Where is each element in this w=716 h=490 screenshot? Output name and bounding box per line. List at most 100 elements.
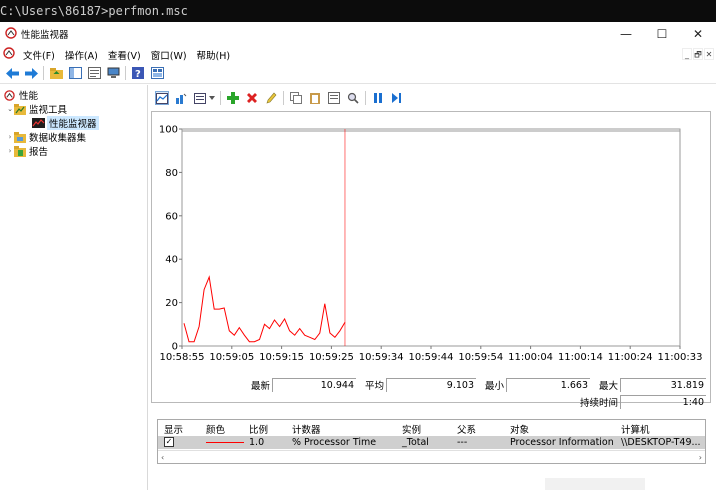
maximize-icon: ☐ bbox=[656, 27, 668, 41]
average-value: 9.103 bbox=[386, 378, 476, 392]
title-bar: 性能监视器 — ☐ ✕ bbox=[0, 22, 716, 46]
zoom-icon[interactable] bbox=[346, 91, 360, 105]
svg-text:?: ? bbox=[135, 69, 141, 79]
close-button[interactable]: ✕ bbox=[680, 22, 716, 46]
table-row[interactable]: ✓ 1.0 % Processor Time _Total --- Proces… bbox=[158, 436, 705, 449]
tree-item-reports[interactable]: › 报告 bbox=[6, 144, 48, 158]
x-tick-label: 11:00:33 bbox=[658, 352, 703, 363]
freeze-display-icon[interactable] bbox=[371, 91, 385, 105]
last-value: 10.944 bbox=[272, 378, 356, 392]
up-folder-icon[interactable] bbox=[49, 66, 63, 80]
copy-properties-icon[interactable] bbox=[289, 91, 303, 105]
header-color[interactable]: 颜色 bbox=[206, 422, 225, 436]
tree-label: 报告 bbox=[29, 147, 49, 158]
header-computer[interactable]: 计算机 bbox=[621, 422, 650, 436]
chart-toolbar bbox=[150, 87, 716, 109]
minimum-value: 1.663 bbox=[506, 378, 590, 392]
stats-row-duration: 持续时间 1:40 bbox=[574, 395, 706, 409]
tree-item-monitoring-tools[interactable]: ⌄ 监视工具 bbox=[6, 102, 67, 116]
menu-action[interactable]: 操作(A) bbox=[63, 48, 100, 62]
duration-value: 1:40 bbox=[620, 395, 706, 409]
y-tick-label: 20 bbox=[165, 298, 178, 309]
y-tick-label: 40 bbox=[165, 255, 178, 266]
delete-counter-icon[interactable] bbox=[245, 91, 259, 105]
status-bar-segment bbox=[545, 478, 645, 490]
plot-area bbox=[181, 128, 681, 347]
mdi-restore-button[interactable]: 🗗 bbox=[693, 48, 703, 60]
menu-file[interactable]: 文件(F) bbox=[21, 48, 57, 62]
perfmon-icon bbox=[4, 89, 16, 101]
chevron-down-icon[interactable] bbox=[209, 91, 215, 105]
chevron-down-icon[interactable]: ⌄ bbox=[6, 105, 14, 113]
add-counter-icon[interactable] bbox=[226, 91, 240, 105]
x-tick-label: 10:59:34 bbox=[359, 352, 404, 363]
duration-label: 持续时间 bbox=[579, 398, 618, 409]
show-hide-tree-icon[interactable] bbox=[68, 66, 82, 80]
view-graph-icon[interactable] bbox=[155, 91, 169, 105]
toolbar-separator bbox=[125, 66, 126, 80]
x-tick-label: 10:59:05 bbox=[209, 352, 254, 363]
graph-type-dropdown-icon[interactable] bbox=[193, 91, 207, 105]
computer-icon[interactable] bbox=[106, 66, 120, 80]
header-parent[interactable]: 父系 bbox=[457, 422, 476, 436]
show-checkbox[interactable]: ✓ bbox=[164, 437, 174, 447]
row-computer: \\DESKTOP-T49... bbox=[621, 437, 701, 448]
forward-arrow-icon[interactable] bbox=[24, 66, 38, 80]
change-graph-type-icon[interactable] bbox=[174, 91, 188, 105]
menu-help[interactable]: 帮助(H) bbox=[195, 48, 233, 62]
scroll-left-icon[interactable]: ‹ bbox=[161, 451, 164, 464]
minimum-label: 最小 bbox=[484, 381, 504, 392]
tree-item-data-collector-sets[interactable]: › 数据收集器集 bbox=[6, 130, 86, 144]
perfmon-app-icon bbox=[5, 26, 17, 42]
close-icon: ✕ bbox=[692, 27, 704, 41]
data-collector-icon bbox=[14, 131, 26, 143]
row-object: Processor Information bbox=[510, 437, 614, 448]
chevron-right-icon[interactable]: › bbox=[6, 147, 14, 155]
x-tick-label: 11:00:14 bbox=[558, 352, 603, 363]
maximum-value: 31.819 bbox=[620, 378, 706, 392]
menu-bar: 文件(F) 操作(A) 查看(V) 窗口(W) 帮助(H) _ 🗗 ✕ bbox=[0, 46, 716, 63]
tree-label: 性能 bbox=[19, 91, 39, 102]
row-scale: 1.0 bbox=[249, 437, 265, 448]
header-show[interactable]: 显示 bbox=[164, 422, 183, 436]
properties-icon[interactable] bbox=[87, 66, 101, 80]
tree-label: 性能监视器 bbox=[47, 116, 99, 130]
stats-row: 最新 10.944 平均 9.103 最小 1.663 最大 31.819 bbox=[248, 378, 706, 392]
counter-legend: 显示 颜色 比例 计数器 实例 父系 对象 计算机 ✓ 1.0 % Proces… bbox=[157, 419, 706, 464]
help-icon[interactable]: ? bbox=[131, 66, 145, 80]
x-tick-label: 10:59:54 bbox=[458, 352, 503, 363]
mmc-menu-icon[interactable] bbox=[3, 47, 15, 62]
console-view-icon[interactable] bbox=[150, 66, 164, 80]
menu-window[interactable]: 窗口(W) bbox=[149, 48, 189, 62]
header-object[interactable]: 对象 bbox=[510, 422, 529, 436]
legend-header: 显示 颜色 比例 计数器 实例 父系 对象 计算机 bbox=[158, 420, 705, 436]
menu-view[interactable]: 查看(V) bbox=[106, 48, 143, 62]
y-tick-label: 0 bbox=[172, 342, 178, 353]
minimize-button[interactable]: — bbox=[608, 22, 644, 46]
tree-item-performance-monitor[interactable]: 性能监视器 bbox=[32, 116, 99, 130]
mdi-minimize-button[interactable]: _ bbox=[682, 48, 692, 60]
x-tick-label: 10:59:25 bbox=[309, 352, 354, 363]
paste-counter-icon[interactable] bbox=[308, 91, 322, 105]
highlight-icon[interactable] bbox=[264, 91, 278, 105]
graph-frame[interactable]: 100 80 60 40 20 0 10:58:55 10:59:05 10:59:15 10:5… bbox=[151, 111, 711, 403]
tree-item-performance[interactable]: 性能 bbox=[4, 88, 38, 102]
scroll-right-icon[interactable]: › bbox=[699, 451, 702, 464]
toolbar-separator bbox=[283, 91, 284, 105]
header-instance[interactable]: 实例 bbox=[402, 422, 421, 436]
y-tick-label: 80 bbox=[165, 168, 178, 179]
horizontal-scrollbar[interactable]: ‹ › bbox=[158, 450, 705, 463]
chevron-right-icon[interactable]: › bbox=[6, 133, 14, 141]
update-data-icon[interactable] bbox=[390, 91, 404, 105]
header-counter[interactable]: 计数器 bbox=[292, 422, 321, 436]
navigation-tree: 性能 ⌄ 监视工具 性能监视器 › 数据收集器集 › 报告 bbox=[0, 85, 148, 490]
properties-icon[interactable] bbox=[327, 91, 341, 105]
header-scale[interactable]: 比例 bbox=[249, 422, 268, 436]
back-arrow-icon[interactable] bbox=[5, 66, 19, 80]
maximize-button[interactable]: ☐ bbox=[644, 22, 680, 46]
mdi-close-button[interactable]: ✕ bbox=[704, 48, 714, 60]
monitoring-tools-icon bbox=[14, 103, 26, 115]
series-color-swatch bbox=[206, 442, 244, 443]
reports-icon bbox=[14, 145, 26, 157]
window-title: 性能监视器 bbox=[21, 30, 69, 41]
